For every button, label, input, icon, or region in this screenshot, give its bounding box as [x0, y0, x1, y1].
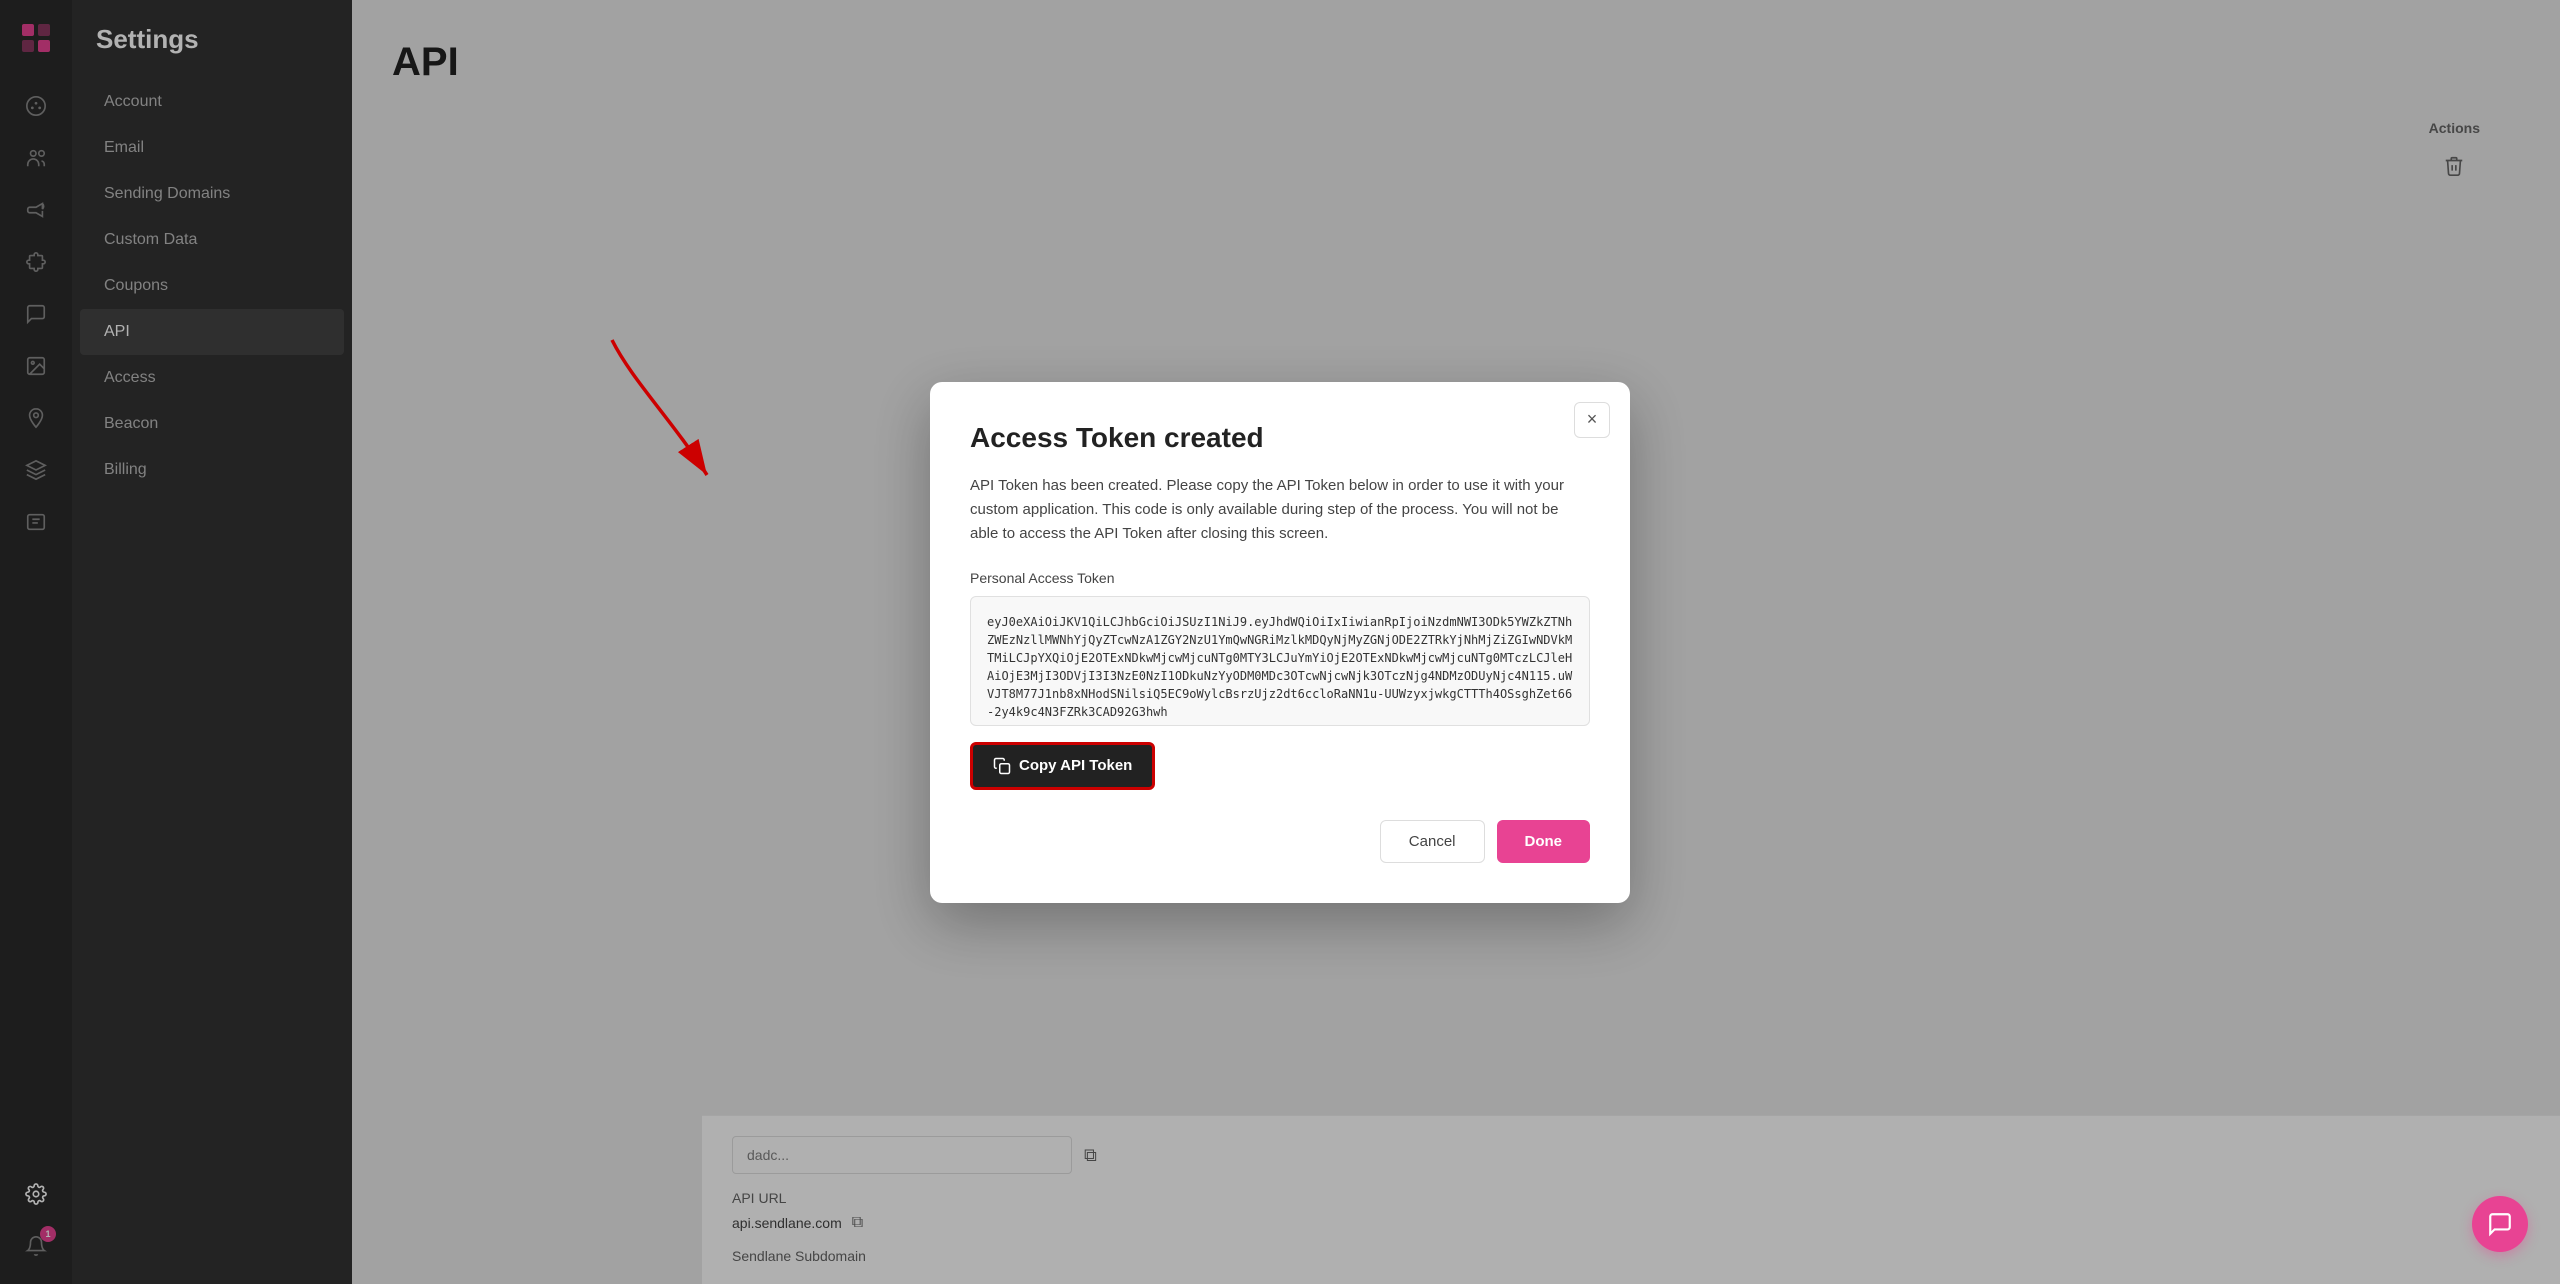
copy-icon [993, 757, 1011, 775]
chat-support-button[interactable] [2472, 1196, 2528, 1252]
token-section-label: Personal Access Token [970, 570, 1590, 586]
access-token-modal: × Access Token created API Token has bee… [930, 382, 1630, 903]
modal-overlay: × Access Token created API Token has bee… [352, 0, 2560, 1284]
copy-api-token-button[interactable]: Copy API Token [970, 742, 1155, 790]
done-button[interactable]: Done [1497, 820, 1591, 863]
modal-close-button[interactable]: × [1574, 402, 1610, 438]
copy-btn-label: Copy API Token [1019, 757, 1132, 774]
modal-title: Access Token created [970, 422, 1590, 454]
token-value-box: eyJ0eXAiOiJKV1QiLCJhbGciOiJSUzI1NiJ9.eyJ… [970, 596, 1590, 726]
modal-footer: Cancel Done [970, 820, 1590, 863]
modal-description: API Token has been created. Please copy … [970, 474, 1590, 546]
main-content: API Actions ⧉ API URL api.sendlane.com ⧉… [352, 0, 2560, 1284]
cancel-button[interactable]: Cancel [1380, 820, 1485, 863]
